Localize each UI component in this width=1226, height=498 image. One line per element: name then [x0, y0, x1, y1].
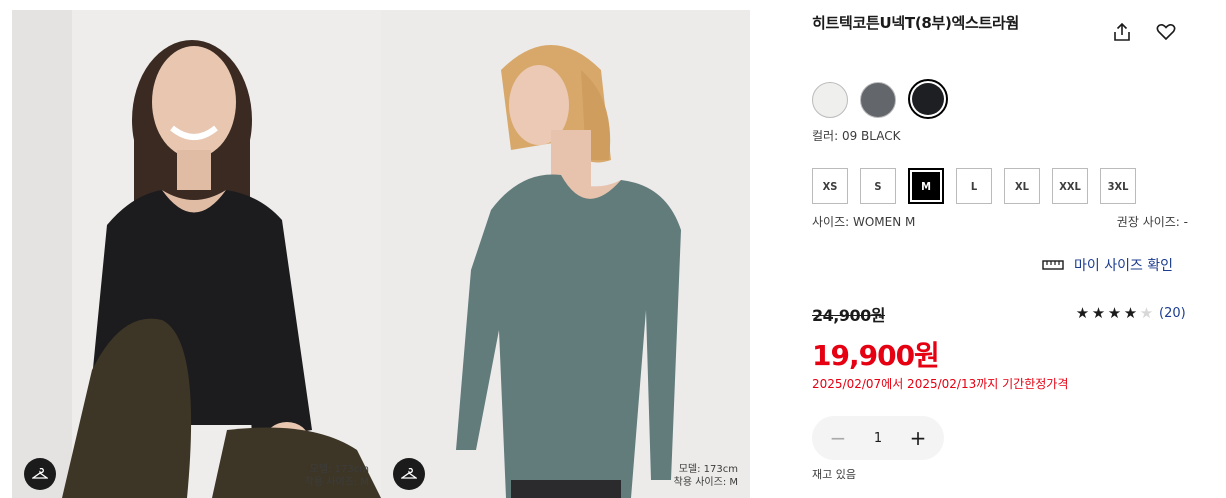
decrease-quantity-button[interactable]: − — [828, 428, 848, 448]
quantity-value: 1 — [873, 430, 883, 446]
rating[interactable]: ★ ★ ★ ★ ★ (20) — [1075, 304, 1186, 322]
original-price: 24,900원 — [812, 306, 885, 325]
promo-period: 2025/02/07에서 2025/02/13까지 기간한정가격 — [812, 377, 1069, 391]
size-option-xs[interactable]: XS — [812, 168, 848, 204]
try-on-button[interactable] — [393, 458, 425, 490]
model-info: 모델: 173cm 착용 사이즈: M — [674, 463, 738, 489]
color-swatch-black[interactable] — [908, 79, 948, 119]
size-label: 사이즈: WOMEN M — [812, 215, 916, 229]
star-icon: ★ — [1091, 304, 1106, 322]
product-photo-green[interactable]: 모델: 173cm 착용 사이즈: M — [381, 10, 750, 498]
size-option-l[interactable]: L — [956, 168, 992, 204]
star-icon: ★ — [1107, 304, 1122, 322]
ruler-icon — [1042, 260, 1064, 270]
model-info: 모델: 173cm 착용 사이즈: M — [305, 463, 369, 489]
size-option-xl[interactable]: XL — [1004, 168, 1040, 204]
size-option-xxl[interactable]: XXL — [1052, 168, 1088, 204]
my-size-label: 마이 사이즈 확인 — [1074, 258, 1174, 274]
stock-status: 재고 있음 — [812, 468, 856, 481]
size-option-m[interactable]: M — [908, 168, 944, 204]
product-gallery: 모델: 173cm 착용 사이즈: M 모델: 173cm 착용 사이즈: M — [12, 10, 750, 498]
quantity-stepper: − 1 + — [812, 416, 944, 460]
my-size-link[interactable]: 마이 사이즈 확인 — [1042, 255, 1173, 275]
photo-black-image — [12, 10, 381, 498]
share-icon[interactable] — [1111, 21, 1133, 43]
size-option-3xl[interactable]: 3XL — [1100, 168, 1136, 204]
star-icon: ★ — [1075, 304, 1090, 322]
color-swatches — [812, 79, 948, 119]
model-height: 모델: 173cm — [678, 464, 738, 475]
try-on-button[interactable] — [24, 458, 56, 490]
hanger-icon — [401, 468, 417, 479]
model-wear-size: 착용 사이즈: M — [673, 477, 738, 488]
size-options: XS S M L XL XXL 3XL — [812, 168, 1136, 204]
photo-green-image — [381, 10, 750, 498]
product-photo-black[interactable]: 모델: 173cm 착용 사이즈: M — [12, 10, 381, 498]
color-label: 컬러: 09 BLACK — [812, 129, 901, 143]
sale-price: 19,900원 — [812, 339, 940, 372]
product-title: 히트텍코튼U넥T(8부)엑스트라웜 — [812, 14, 1020, 32]
review-count[interactable]: (20) — [1159, 306, 1186, 321]
star-empty-icon: ★ — [1139, 304, 1154, 322]
recommended-size: 권장 사이즈: - — [1116, 215, 1188, 229]
increase-quantity-button[interactable]: + — [908, 428, 928, 448]
star-icon: ★ — [1123, 304, 1138, 322]
color-swatch-gray[interactable] — [860, 82, 896, 118]
hanger-icon — [32, 468, 48, 479]
heart-icon[interactable] — [1155, 21, 1177, 43]
model-wear-size: 착용 사이즈: M — [304, 477, 369, 488]
size-option-s[interactable]: S — [860, 168, 896, 204]
model-height: 모델: 173cm — [309, 464, 369, 475]
color-swatch-white[interactable] — [812, 82, 848, 118]
